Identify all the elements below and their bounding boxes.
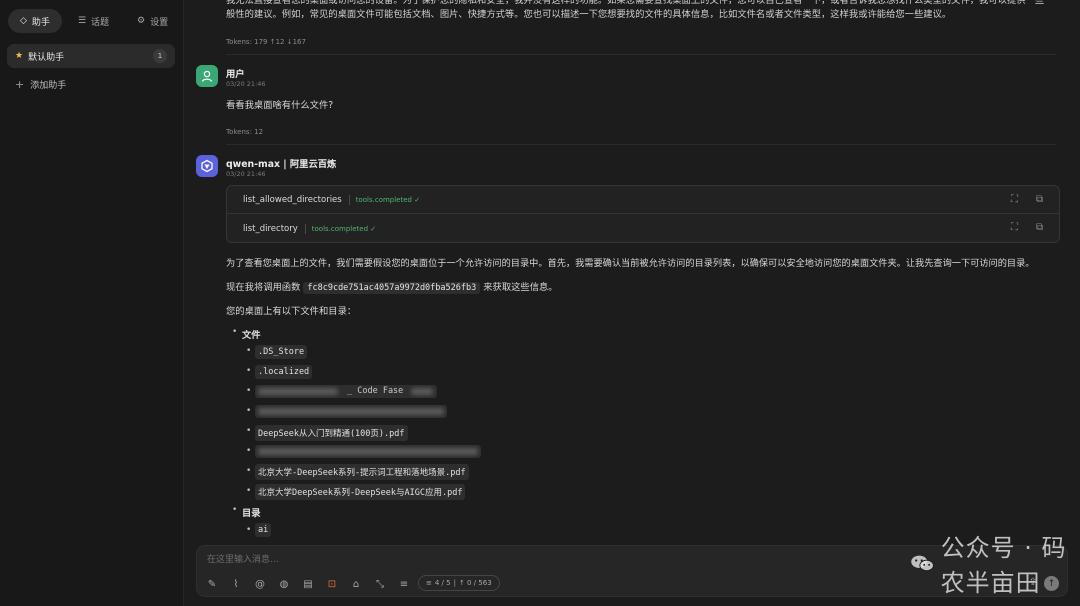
file-item: 北京大学DeepSeek系列-DeepSeek与AIGC应用.pdf xyxy=(255,484,466,500)
list-icon: ☰ xyxy=(77,16,87,26)
assistant-item-default[interactable]: ★ 默认助手 1 xyxy=(7,44,175,68)
bullet: • xyxy=(246,446,252,456)
bullet: • xyxy=(246,525,252,535)
model-avatar xyxy=(196,155,218,177)
previous-assistant-text: 我无法直接查看您的桌面或访问您的设备。为了保护您的隐私和安全，我并没有这样的功能… xyxy=(226,0,1054,20)
model-paragraph-call: 现在我将调用函数 fc8c9cde751ac4057a9972d0fba526f… xyxy=(226,279,558,294)
file-item: .DS_Store xyxy=(255,345,308,359)
watermark: 公众号 · 码农半亩田 xyxy=(910,534,1080,597)
call-text-before: 现在我将调用函数 xyxy=(226,282,301,293)
dirs-heading: 目录 xyxy=(242,508,261,519)
call-text-after: 来获取这些信息。 xyxy=(483,282,558,293)
bullet: • xyxy=(232,505,238,515)
copy-icon[interactable]: ⧉ xyxy=(1036,222,1043,233)
function-id-code: fc8c9cde751ac4057a9972d0fba526fb3 xyxy=(303,282,481,294)
diamond-icon: ◇ xyxy=(20,16,27,26)
counter-icon: ≡ xyxy=(426,579,432,587)
tool-separator xyxy=(304,224,306,234)
mcp-tools-icon[interactable]: ⊡ xyxy=(325,577,339,591)
message-input[interactable] xyxy=(207,553,707,567)
mention-icon[interactable]: @ xyxy=(253,577,267,591)
tab-settings[interactable]: ⚙ 设置 xyxy=(125,9,180,33)
token-usage: Tokens: 179 ↑12 ↓167 xyxy=(226,38,306,46)
bullet: • xyxy=(246,406,252,416)
assistant-count-badge: 1 xyxy=(153,49,167,63)
bullet: • xyxy=(246,486,252,496)
tool-calls: list_allowed_directories tools.completed… xyxy=(226,185,1060,243)
add-assistant-label: 添加助手 xyxy=(30,81,67,91)
expand-icon[interactable]: ⛶ xyxy=(1011,222,1018,233)
wechat-logo-icon xyxy=(911,555,934,572)
web-search-icon[interactable]: ◍ xyxy=(277,577,291,591)
file-item: DeepSeek从入门到精通(100页).pdf xyxy=(255,425,408,441)
context-count: 4 / 5 xyxy=(434,579,451,587)
star-icon: ★ xyxy=(15,51,24,61)
sidebar: ◇ 助手 ☰ 话题 ⚙ 设置 ★ 默认助手 1 + 添加助手 xyxy=(0,0,184,606)
message-list[interactable]: 我无法直接查看您的桌面或访问您的设备。为了保护您的隐私和安全，我并没有这样的功能… xyxy=(184,0,1080,545)
watermark-text: 公众号 · 码农半亩田 xyxy=(940,534,1067,597)
divider xyxy=(226,144,1056,145)
user-name: 用户 xyxy=(226,69,245,80)
tool-status: tools.completed ✓ xyxy=(311,225,377,233)
bullet: • xyxy=(246,346,252,356)
model-message-time: 03/20 21:46 xyxy=(226,170,266,178)
user-icon xyxy=(201,70,213,82)
bullet: • xyxy=(246,466,252,476)
tab-assistants[interactable]: ◇ 助手 xyxy=(8,9,62,33)
counter-sep: | xyxy=(453,579,456,587)
plus-icon: + xyxy=(15,78,25,91)
bullet: • xyxy=(246,366,252,376)
tab-assistants-label: 助手 xyxy=(31,17,50,28)
file-item: 北京大学-DeepSeek系列-提示词工程和落地场景.pdf xyxy=(255,464,469,480)
tool-call-row[interactable]: list_directory tools.completed ✓ ⛶ ⧉ xyxy=(227,215,1059,243)
add-assistant-button[interactable]: + 添加助手 xyxy=(15,78,66,91)
user-message-time: 03/20 21:46 xyxy=(226,80,266,88)
gear-icon: ⚙ xyxy=(137,16,146,26)
tool-status: tools.completed ✓ xyxy=(355,195,421,204)
qwen-logo-icon xyxy=(201,159,213,173)
context-counter[interactable]: ≡ 4 / 5 | ↑ 0 / 563 xyxy=(418,575,500,591)
tool-call-row[interactable]: list_allowed_directories tools.completed… xyxy=(227,186,1059,214)
blurred-file-partial: _ Code Fase xyxy=(347,386,404,396)
new-topic-icon[interactable]: ✎ xyxy=(205,577,219,591)
divider xyxy=(226,54,1056,55)
user-token-usage: Tokens: 12 xyxy=(226,128,264,136)
copy-icon[interactable]: ⧉ xyxy=(1036,194,1043,205)
knowledge-icon[interactable]: ▤ xyxy=(301,577,315,591)
bullet: • xyxy=(246,426,252,436)
chat-area: 我无法直接查看您的桌面或访问您的设备。为了保护您的隐私和安全，我并没有这样的功能… xyxy=(184,0,1080,606)
file-item: .localized xyxy=(255,365,313,379)
tool-name: list_allowed_directories xyxy=(243,194,342,205)
model-paragraph: 为了查看您桌面上的文件，我们需要假设您的桌面位于一个允许访问的目录中。首先，我需… xyxy=(226,258,1035,269)
token-count: ↑ 0 / 563 xyxy=(458,579,492,587)
expand-icon[interactable]: ⛶ xyxy=(1011,194,1018,205)
assistant-label: 默认助手 xyxy=(28,52,65,63)
blurred-file-item xyxy=(255,445,481,458)
tool-separator xyxy=(348,194,350,205)
bullet: • xyxy=(232,327,238,337)
files-heading: 文件 xyxy=(242,330,261,341)
blurred-file-item xyxy=(255,405,447,418)
tab-topics[interactable]: ☰ 话题 xyxy=(66,9,121,33)
bullet: • xyxy=(246,386,252,396)
user-avatar xyxy=(196,65,218,87)
user-message-text: 看看我桌面啥有什么文件? xyxy=(226,100,334,111)
model-paragraph-list-intro: 您的桌面上有以下文件和目录： xyxy=(226,306,357,317)
tab-settings-label: 设置 xyxy=(150,17,169,28)
tool-name: list_directory xyxy=(243,224,298,234)
sidebar-tabs: ◇ 助手 ☰ 话题 ⚙ 设置 xyxy=(0,0,183,36)
expand-input-icon[interactable]: ⤡ xyxy=(373,577,387,591)
attachment-icon[interactable]: ⌇ xyxy=(229,577,243,591)
model-name: qwen-max | 阿里云百炼 xyxy=(226,159,337,170)
clear-context-icon[interactable]: ≡ xyxy=(397,577,411,591)
dir-item: ai xyxy=(255,523,272,537)
tab-topics-label: 话题 xyxy=(91,17,110,28)
quick-phrase-icon[interactable]: ⌂ xyxy=(349,577,363,591)
blurred-file-item: _ Code Fase xyxy=(255,385,437,398)
